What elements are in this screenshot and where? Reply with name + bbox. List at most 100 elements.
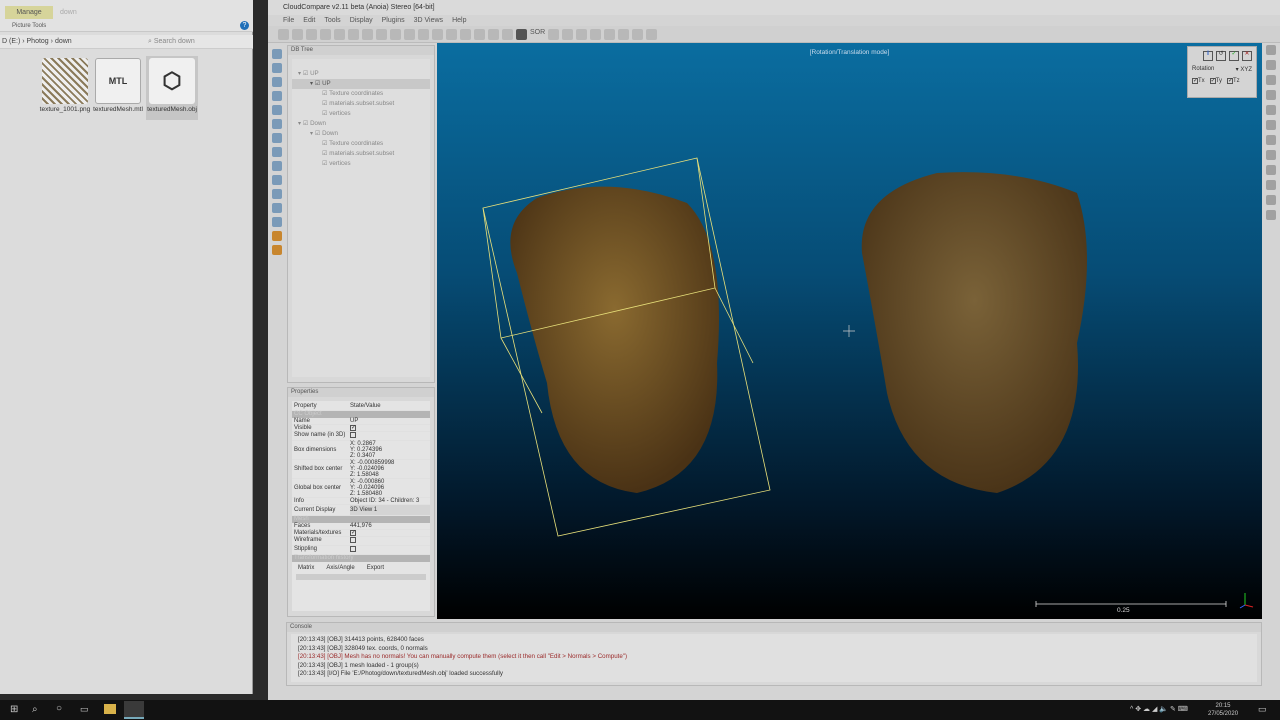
tool-icon[interactable]: [474, 29, 485, 40]
tool-icon[interactable]: [362, 29, 373, 40]
tool-icon[interactable]: [1266, 150, 1276, 160]
address-drive[interactable]: D (E:): [2, 38, 20, 45]
cloudcompare-taskbar-icon[interactable]: [124, 701, 144, 719]
clock[interactable]: 20:15 27/05/2020: [1208, 702, 1238, 718]
tree-item[interactable]: ▾ ☑ UP: [292, 79, 430, 89]
tab-export[interactable]: Export: [367, 565, 384, 571]
menu-display[interactable]: Display: [350, 15, 373, 26]
view-icon[interactable]: [272, 119, 282, 129]
prop-name-value[interactable]: UP: [350, 418, 430, 424]
tool-icon[interactable]: [502, 29, 513, 40]
view-icon[interactable]: [272, 105, 282, 115]
tool-icon[interactable]: [404, 29, 415, 40]
search-input[interactable]: ⌕ Search down: [148, 36, 248, 48]
search-icon[interactable]: ⌕: [32, 704, 38, 715]
delete-icon[interactable]: [376, 29, 387, 40]
tree-item[interactable]: ☑ materials.subset.subset: [292, 149, 430, 159]
wireframe-checkbox[interactable]: [350, 537, 356, 543]
zoom-icon[interactable]: [272, 147, 282, 157]
tree-item[interactable]: ☑ Texture coordinates: [292, 139, 430, 149]
tree-item[interactable]: ☑ vertices: [292, 109, 430, 119]
tool-icon[interactable]: [390, 29, 401, 40]
tool-icon[interactable]: [334, 29, 345, 40]
file-item[interactable]: texture_1001.png: [39, 58, 91, 113]
cortana-icon[interactable]: ○: [56, 703, 62, 714]
tool-icon[interactable]: [576, 29, 588, 40]
tool-icon[interactable]: [1266, 75, 1276, 85]
tz-checkbox[interactable]: ✓Tz: [1227, 78, 1240, 84]
address-photog[interactable]: Photog: [27, 38, 49, 45]
tx-checkbox[interactable]: ✓Tx: [1192, 78, 1205, 84]
view-side-icon[interactable]: [272, 189, 282, 199]
pause-button[interactable]: ‖: [1203, 51, 1213, 61]
current-display-select[interactable]: 3D View 1: [350, 505, 430, 515]
tab-picture-tools[interactable]: Picture Tools: [12, 23, 46, 29]
address-down[interactable]: down: [55, 38, 72, 45]
stippling-checkbox[interactable]: [350, 546, 356, 552]
file-item-selected[interactable]: ⬡ texturedMesh.obj: [146, 56, 198, 120]
iso-view-icon[interactable]: [272, 231, 282, 241]
tool-icon[interactable]: [1266, 90, 1276, 100]
notification-icon[interactable]: ▭: [1258, 704, 1267, 715]
3d-view[interactable]: [Rotation/Translation mode] 0.25 ‖ ↺ ✓ ✕…: [437, 43, 1262, 619]
system-tray-icons[interactable]: ^ ✥ ☁ ◢ 🔈 ✎ ⌨: [1130, 705, 1188, 713]
horizontal-scrollbar[interactable]: [296, 574, 426, 580]
tool-icon[interactable]: [460, 29, 471, 40]
tool-icon[interactable]: [618, 29, 630, 40]
tool-icon[interactable]: [1266, 120, 1276, 130]
apply-button[interactable]: ✓: [1229, 51, 1239, 61]
file-explorer-taskbar-icon[interactable]: [104, 704, 116, 714]
tool-icon[interactable]: [418, 29, 429, 40]
tree-item[interactable]: ▾ ☑ UP: [292, 69, 430, 79]
iso-view-icon[interactable]: [272, 245, 282, 255]
windows-start-icon[interactable]: ⊞: [10, 704, 18, 715]
tool-icon[interactable]: [432, 29, 443, 40]
menu-3d-views[interactable]: 3D Views: [414, 15, 443, 26]
visible-checkbox[interactable]: ✓: [350, 425, 356, 431]
view-icon[interactable]: [272, 133, 282, 143]
sor-button[interactable]: SOR: [530, 29, 545, 39]
view-icon[interactable]: [272, 49, 282, 59]
menu-edit[interactable]: Edit: [303, 15, 315, 26]
tool-icon[interactable]: [548, 29, 560, 40]
view-back-icon[interactable]: [272, 203, 282, 213]
tool-icon[interactable]: [488, 29, 499, 40]
tool-icon[interactable]: [590, 29, 602, 40]
tab-axis-angle[interactable]: Axis/Angle: [326, 565, 354, 571]
tree-item[interactable]: ☑ Texture coordinates: [292, 89, 430, 99]
tool-icon[interactable]: [348, 29, 359, 40]
tree-item[interactable]: ☑ vertices: [292, 159, 430, 169]
tool-icon[interactable]: [1266, 135, 1276, 145]
tool-icon[interactable]: [1266, 45, 1276, 55]
tool-icon[interactable]: [320, 29, 331, 40]
help-icon[interactable]: ?: [240, 21, 249, 30]
tool-icon[interactable]: [604, 29, 616, 40]
tool-icon[interactable]: [646, 29, 658, 40]
view-front-icon[interactable]: [272, 175, 282, 185]
tool-icon[interactable]: [1266, 195, 1276, 205]
tool-icon[interactable]: [632, 29, 644, 40]
view-top-icon[interactable]: [272, 161, 282, 171]
menu-help[interactable]: Help: [452, 15, 466, 26]
show-name-checkbox[interactable]: [350, 432, 356, 438]
tree-item[interactable]: ☑ materials.subset.subset: [292, 99, 430, 109]
camera-icon[interactable]: [272, 63, 282, 73]
tool-icon[interactable]: [1266, 180, 1276, 190]
rotation-select[interactable]: ▾ XYZ: [1236, 66, 1252, 73]
materials-checkbox[interactable]: ✓: [350, 530, 356, 536]
checker-icon[interactable]: [516, 29, 527, 40]
tab-manage[interactable]: Manage: [5, 6, 53, 19]
menu-file[interactable]: File: [283, 15, 294, 26]
tree-item[interactable]: ▾ ☑ Down: [292, 119, 430, 129]
save-icon[interactable]: [292, 29, 303, 40]
tool-icon[interactable]: [1266, 60, 1276, 70]
ty-checkbox[interactable]: ✓Ty: [1209, 78, 1222, 84]
view-bottom-icon[interactable]: [272, 217, 282, 227]
task-view-icon[interactable]: ▭: [80, 704, 89, 715]
reset-button[interactable]: ↺: [1216, 51, 1226, 61]
tab-matrix[interactable]: Matrix: [298, 565, 314, 571]
view-icon[interactable]: [272, 77, 282, 87]
tool-icon[interactable]: [1266, 105, 1276, 115]
menu-tools[interactable]: Tools: [324, 15, 340, 26]
tree-item[interactable]: ▾ ☑ Down: [292, 129, 430, 139]
